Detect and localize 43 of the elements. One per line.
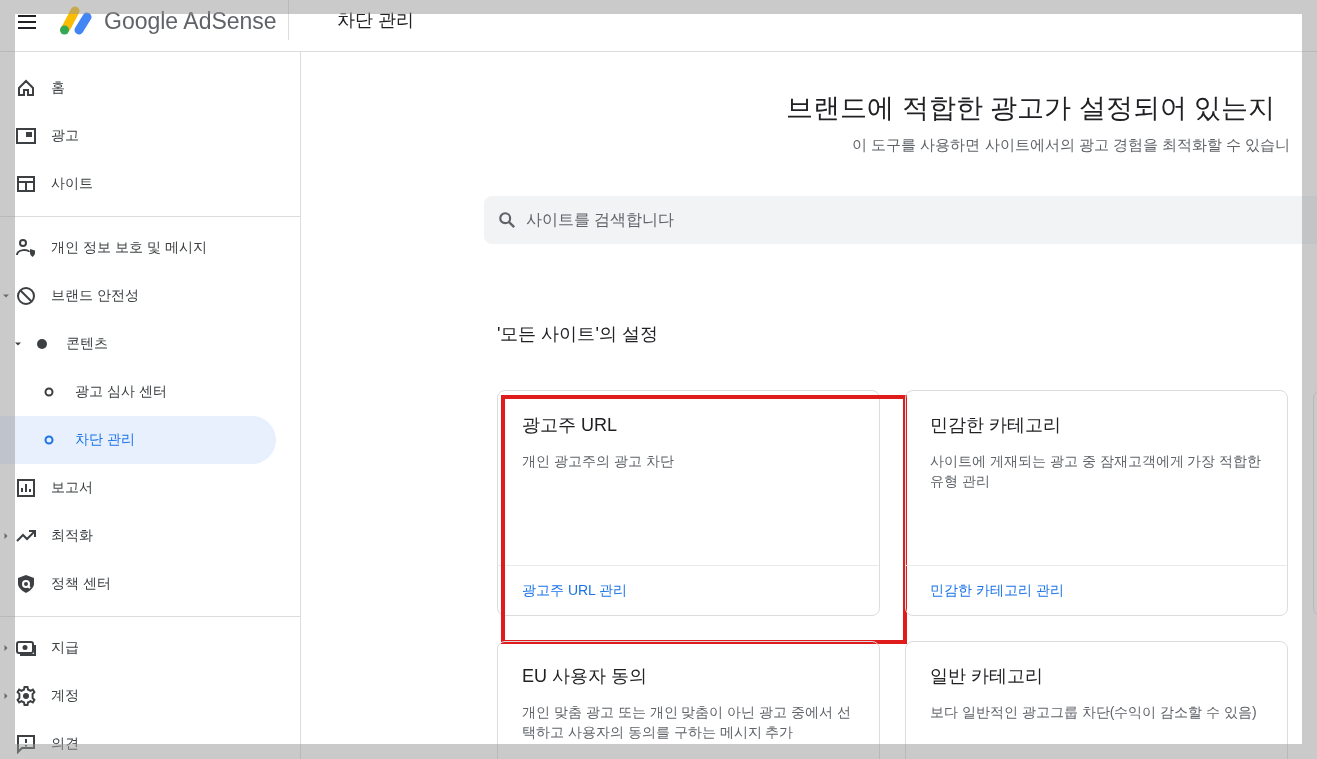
card-description: 개인 광고주의 광고 차단 bbox=[522, 452, 675, 471]
card-description: 개인 맞춤 광고 또는 개인 맞춤이 아닌 광고 중에서 선택하고 사용자의 동의를 구하는 메시지 추가 bbox=[522, 703, 852, 742]
block-icon bbox=[16, 286, 36, 306]
sidebar-item[interactable]: 개인 정보 보호 및 메시지 bbox=[0, 224, 276, 272]
card-title: 민감한 카테고리 bbox=[930, 414, 1062, 437]
sidebar-item[interactable]: 보고서 bbox=[0, 464, 276, 512]
sidebar-item[interactable]: 최적화 bbox=[0, 512, 276, 560]
circle-bullet-icon bbox=[44, 387, 54, 397]
manage-link[interactable]: 광고주 URL 관리 bbox=[522, 581, 628, 600]
manage-link[interactable]: 민감한 카테고리 관리 bbox=[930, 581, 1064, 600]
card-title: EU 사용자 동의 bbox=[522, 665, 648, 688]
logo-text: Google AdSense bbox=[104, 8, 278, 35]
sidebar-item[interactable]: 콘텐츠 bbox=[0, 320, 276, 368]
search-icon bbox=[498, 211, 516, 229]
bullet-icon bbox=[37, 339, 47, 349]
expand-arrow-icon[interactable] bbox=[15, 341, 21, 347]
layout-icon bbox=[16, 174, 36, 194]
card-description: 보다 일반적인 광고그룹 차단(수익이 감소할 수 있음) bbox=[930, 703, 1258, 722]
circle-bullet-icon bbox=[44, 435, 54, 445]
sidebar-item[interactable]: 정책 센터 bbox=[0, 560, 276, 608]
shield-search-icon bbox=[16, 574, 36, 594]
sidebar-item[interactable]: 광고 bbox=[0, 112, 276, 160]
page-title: 차단 관리 bbox=[337, 8, 414, 32]
home-icon bbox=[16, 78, 36, 98]
card-description: 사이트에 게재되는 광고 중 잠재고객에게 가장 적합한 유형 관리 bbox=[930, 452, 1263, 491]
sidebar-item[interactable]: 사이트 bbox=[0, 160, 276, 208]
sidebar-item[interactable]: 의견 bbox=[0, 720, 276, 759]
card-title: 광고주 URL bbox=[522, 414, 618, 437]
card-title: 일반 카테고리 bbox=[930, 665, 1044, 688]
settings-icon bbox=[16, 686, 36, 706]
menu-icon[interactable] bbox=[18, 14, 36, 29]
ad-frame-icon bbox=[16, 126, 36, 146]
cash-icon bbox=[16, 638, 36, 658]
page-subtitle: 이 도구를 사용하면 사이트에서의 광고 경험을 최적화할 수 있습니 bbox=[852, 136, 1292, 155]
sidebar-item[interactable]: 광고 심사 센터 bbox=[0, 368, 276, 416]
sidebar-item[interactable]: 계정 bbox=[0, 672, 276, 720]
sidebar-item[interactable]: 홈 bbox=[0, 64, 276, 112]
person-shield-icon bbox=[16, 238, 36, 258]
bar-chart-icon bbox=[16, 478, 36, 498]
page-heading: 브랜드에 적합한 광고가 설정되어 있는지 bbox=[786, 92, 1276, 125]
sidebar-item[interactable]: 지급 bbox=[0, 624, 276, 672]
sidebar-item[interactable]: 브랜드 안전성 bbox=[0, 272, 276, 320]
section-title: '모든 사이트'의 설정 bbox=[497, 323, 659, 346]
